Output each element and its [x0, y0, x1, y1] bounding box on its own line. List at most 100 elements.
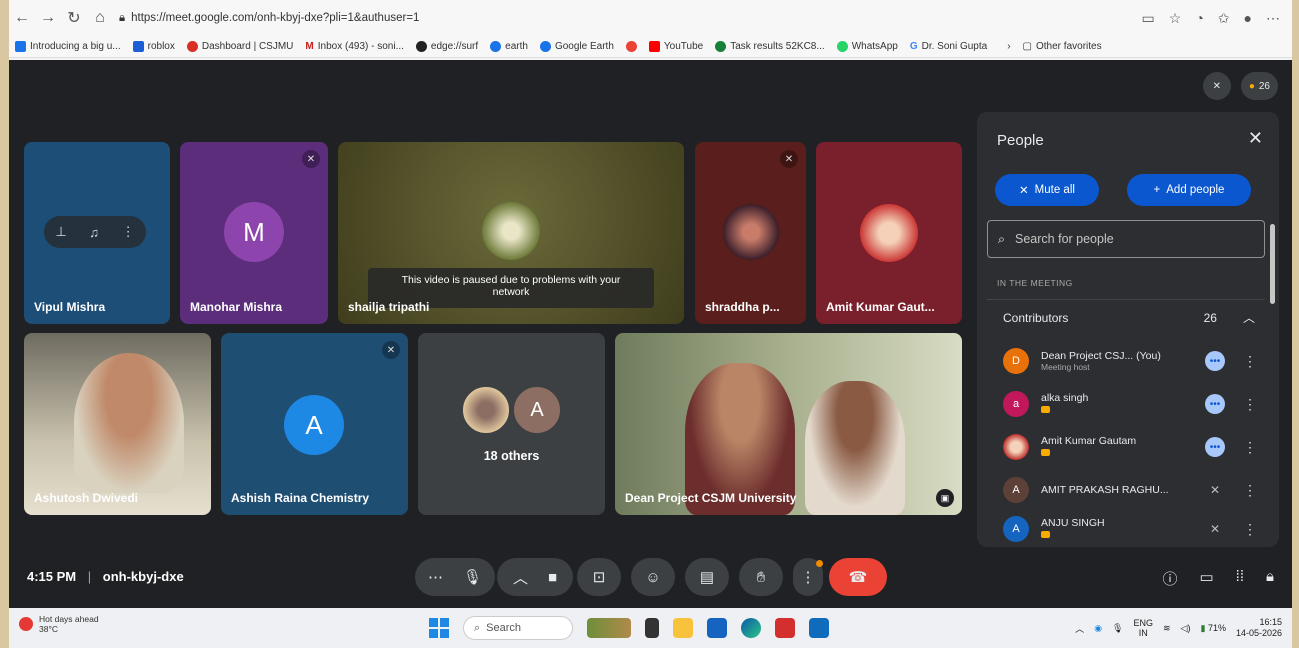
favorite-star-icon[interactable]: ☆ [1169, 10, 1182, 27]
avatar: A [284, 395, 344, 455]
file-explorer-icon[interactable] [673, 618, 693, 638]
other-favorites[interactable]: ▢ Other favorites [1023, 41, 1102, 52]
back-icon[interactable]: ← [9, 9, 35, 27]
participant-row[interactable]: A AMIT PRAKASH RAGHU... ✕ ⋮ [987, 469, 1265, 511]
more-options-icon[interactable]: ⋮ [1243, 482, 1257, 499]
mic-off-icon: ✕ [1209, 483, 1221, 497]
more-audio-icon[interactable]: ⋯ [428, 568, 443, 586]
bookmark-3[interactable]: M Inbox (493) - soni... [305, 41, 404, 52]
meet-stage: ✕ ● 26 ⊥ ♫ ⋮ Vipul Mishra ✕ M Manohar Mi… [9, 60, 1292, 608]
more-menu-icon[interactable]: ⋯ [1266, 10, 1280, 27]
speaking-indicator-icon: ••• [1205, 394, 1225, 414]
tile-shailja-tripathi[interactable]: This video is paused due to problems wit… [338, 142, 684, 324]
mic-off-icon: ✕ [1019, 185, 1029, 197]
tray-overflow-icon[interactable]: ︿ [1075, 622, 1084, 635]
scrollbar[interactable] [1270, 224, 1275, 304]
tile-dean-project[interactable]: ▣ Dean Project CSJM University [615, 333, 962, 515]
weather-widget[interactable]: Hot days ahead 38°C [19, 614, 99, 634]
tray-app-icon[interactable]: ◉ [1094, 623, 1102, 634]
participants-button[interactable]: ● 26 [1240, 72, 1278, 100]
camera-icon[interactable]: ■ [548, 569, 557, 586]
bookmark-10[interactable]: WhatsApp [836, 41, 898, 52]
more-options-icon[interactable]: ⋮ [1243, 439, 1257, 456]
more-options-icon[interactable]: ⋮ [1243, 396, 1257, 413]
bookmark-8[interactable]: YouTube [648, 41, 703, 52]
pdf-app-icon[interactable] [775, 618, 795, 638]
more-options-icon[interactable]: ⋮ [1243, 521, 1257, 538]
participant-row[interactable]: a alka singh ••• ⋮ [987, 383, 1265, 425]
hand-icon: ✋︎ [756, 568, 766, 586]
refresh-icon[interactable]: ↻ [61, 8, 87, 28]
raise-hand-button[interactable]: ✋︎ [739, 558, 783, 596]
wifi-icon[interactable]: ≋ [1163, 623, 1171, 634]
more-options-icon[interactable]: ⋮ [122, 224, 135, 240]
bookmark-4[interactable]: edge://surf [415, 41, 478, 52]
host-controls-icon[interactable]: 🔒︎ [1266, 568, 1274, 589]
taskbar-search[interactable]: ⌕ Search [463, 616, 573, 640]
participant-row[interactable]: Amit Kumar Gautam ••• ⋮ [987, 426, 1265, 468]
pip-icon[interactable]: ▣ [936, 489, 954, 507]
tile-amit-kumar-gautam[interactable]: Amit Kumar Gaut... [816, 142, 962, 324]
camera-control[interactable]: ︿ ■ [497, 558, 573, 596]
chevron-up-icon[interactable]: ︿ [513, 567, 528, 588]
tile-manohar-mishra[interactable]: ✕ M Manohar Mishra [180, 142, 328, 324]
store-icon[interactable] [707, 618, 727, 638]
bookmark-6[interactable]: Google Earth [539, 41, 614, 52]
forward-icon[interactable]: → [35, 9, 61, 27]
collections-icon[interactable]: ◔ [1195, 10, 1203, 27]
bookmark-11[interactable]: G Dr. Soni Gupta [910, 41, 987, 52]
present-button[interactable]: ⊡ [577, 558, 621, 596]
bookmark-1[interactable]: roblox [132, 41, 175, 52]
participant-row[interactable]: A ANJU SINGH ✕ ⋮ [987, 512, 1265, 546]
contributors-count: 26 [1203, 310, 1217, 325]
pin-icon[interactable]: ⊥ [55, 224, 66, 240]
mic-icon[interactable]: 🎙︎ [463, 568, 482, 586]
edge-icon[interactable] [741, 618, 761, 638]
mute-participant-icon[interactable]: ♫ [89, 225, 99, 240]
bookmark-5[interactable]: earth [490, 41, 528, 52]
more-options-button[interactable]: ⋮ [793, 558, 823, 596]
activities-icon[interactable]: ⁞⁞ [1236, 568, 1244, 589]
participant-row[interactable]: D Dean Project CSJ... (You) Meeting host … [987, 340, 1265, 382]
add-people-button[interactable]: + Add people [1127, 174, 1251, 206]
tile-ashutosh-dwivedi[interactable]: Ashutosh Dwivedi [24, 333, 211, 515]
bookmarks-overflow-icon[interactable]: › [1007, 41, 1010, 52]
tile-shraddha[interactable]: ✕ shraddha p... [695, 142, 806, 324]
reactions-button[interactable]: ☺ [631, 558, 675, 596]
more-vert-icon: ⋮ [800, 569, 816, 586]
address-bar[interactable]: 🔒︎ https://meet.google.com/onh-kbyj-dxe?… [119, 12, 1142, 25]
bookmark-0[interactable]: Introducing a big u... [15, 41, 121, 52]
tile-others[interactable]: A 18 others [418, 333, 605, 515]
captions-button[interactable]: ▤ [685, 558, 729, 596]
tile-vipul-mishra[interactable]: ⊥ ♫ ⋮ Vipul Mishra [24, 142, 170, 324]
mute-all-button[interactable]: ✕ Mute all [995, 174, 1099, 206]
clock[interactable]: 16:15 14-05-2026 [1236, 617, 1282, 639]
start-icon[interactable] [429, 618, 449, 638]
contributors-header[interactable]: Contributors 26 ︿ [987, 299, 1265, 335]
avatar [723, 204, 779, 260]
camera-off-icon[interactable]: ✕ [1202, 72, 1231, 100]
more-options-icon[interactable]: ⋮ [1243, 353, 1257, 370]
tab-icon[interactable]: ▭ [1142, 10, 1155, 27]
bookmark-7[interactable] [625, 41, 637, 52]
avatar: M [224, 202, 284, 262]
leave-call-button[interactable]: ☎︎ [829, 558, 887, 596]
home-icon[interactable]: ⌂ [87, 9, 113, 27]
favorites-icon[interactable]: ✩ [1218, 10, 1230, 27]
language-indicator[interactable]: ENG IN [1133, 618, 1153, 638]
info-icon[interactable]: ⓘ [1162, 568, 1177, 589]
profile-icon[interactable]: ● [1244, 10, 1252, 27]
tile-ashish-raina[interactable]: ✕ A Ashish Raina Chemistry [221, 333, 408, 515]
volume-icon[interactable]: ◁) [1181, 623, 1191, 634]
mic-control[interactable]: ⋯ 🎙︎ [415, 558, 495, 596]
outlook-icon[interactable] [809, 618, 829, 638]
bookmark-9[interactable]: Task results 52KC8... [715, 41, 825, 52]
task-view-icon[interactable] [645, 618, 659, 638]
bookmark-2[interactable]: Dashboard | CSJMU [186, 41, 293, 52]
chat-icon[interactable]: ▭ [1199, 568, 1213, 589]
tray-mic-icon[interactable]: 🎙︎ [1112, 623, 1123, 634]
battery-status[interactable]: ▮ 71% [1200, 623, 1225, 634]
search-people-input[interactable]: ⌕ Search for people [987, 220, 1265, 258]
close-icon[interactable]: ✕ [1248, 128, 1263, 149]
widgets-app-icon[interactable] [587, 618, 631, 638]
